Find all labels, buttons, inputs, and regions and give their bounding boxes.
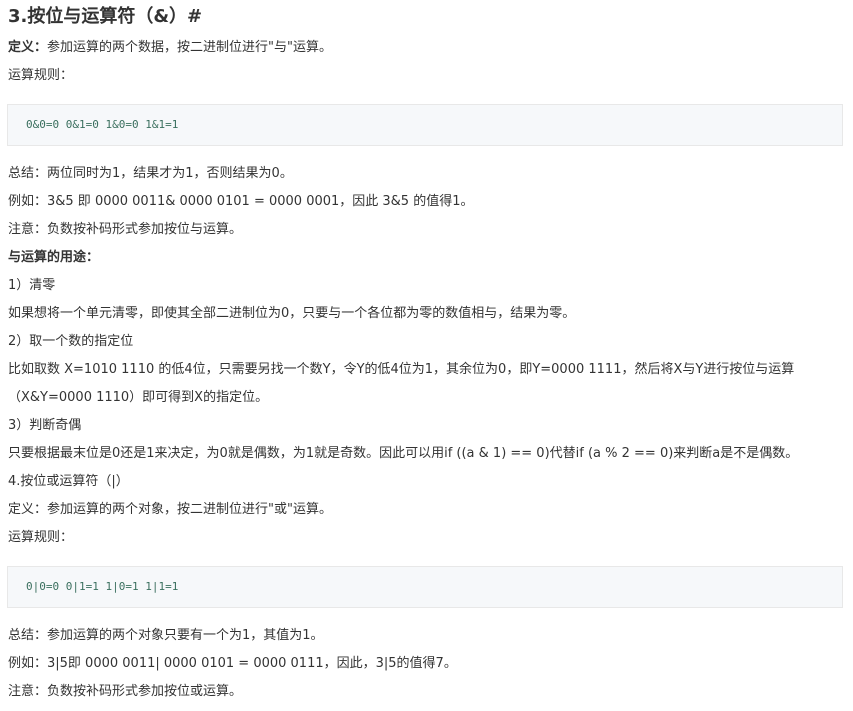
use3-text: 只要根据最末位是0还是1来决定，为0就是偶数，为1就是奇数。因此可以用if ((… bbox=[8, 446, 799, 461]
definition-line-or: 定义：参加运算的两个对象，按二进制位进行"或"运算。 bbox=[8, 496, 853, 524]
use1-title: 1）清零 bbox=[8, 278, 56, 293]
definition-text-or: 参加运算的两个对象，按二进制位进行"或"运算。 bbox=[47, 502, 332, 517]
rules-label: 运算规则： bbox=[8, 68, 74, 83]
use3-title: 3）判断奇偶 bbox=[8, 418, 82, 433]
article-content: 3.按位与运算符（&）# 定义：参加运算的两个数据，按二进制位进行"与"运算。 … bbox=[0, 0, 853, 706]
note-line-or: 注意：负数按补码形式参加按位或运算。 bbox=[8, 684, 243, 699]
note-line: 注意：负数按补码形式参加按位与运算。 bbox=[8, 222, 243, 237]
summary-line: 总结：两位同时为1，结果才为1，否则结果为0。 bbox=[8, 166, 293, 181]
summary-line-or: 总结：参加运算的两个对象只要有一个为1，其值为1。 bbox=[8, 628, 324, 643]
example-line-or: 例如：3|5即 0000 0011| 0000 0101 = 0000 0111… bbox=[8, 656, 457, 671]
definition-label-or: 定义： bbox=[8, 502, 48, 517]
uses-heading: 与运算的用途： bbox=[8, 250, 100, 265]
section-4-title: 4.按位或运算符（|） bbox=[8, 474, 129, 489]
use2-title: 2）取一个数的指定位 bbox=[8, 334, 134, 349]
use2-text: 比如取数 X=1010 1110 的低4位，只需要另找一个数Y，令Y的低4位为1… bbox=[8, 362, 795, 377]
use1-text: 如果想将一个单元清零，即使其全部二进制位为0，只要与一个各位都为零的数值相与，结… bbox=[8, 306, 576, 321]
code-block-and-rules: 0&0=0 0&1=0 1&0=0 1&1=1 bbox=[7, 104, 843, 146]
section-3-title: 3.按位与运算符（&）# bbox=[8, 6, 203, 27]
example-line: 例如：3&5 即 0000 0011& 0000 0101 = 0000 000… bbox=[8, 194, 474, 209]
use2-text-continued: （X&Y=0000 1110）即可得到X的指定位。 bbox=[8, 390, 269, 405]
definition-line: 定义：参加运算的两个数据，按二进制位进行"与"运算。 bbox=[8, 34, 853, 62]
rules-label-or: 运算规则： bbox=[8, 530, 74, 545]
code-block-or-rules: 0|0=0 0|1=1 1|0=1 1|1=1 bbox=[7, 566, 843, 608]
definition-label: 定义： bbox=[8, 40, 48, 55]
definition-text: 参加运算的两个数据，按二进制位进行"与"运算。 bbox=[47, 40, 332, 55]
